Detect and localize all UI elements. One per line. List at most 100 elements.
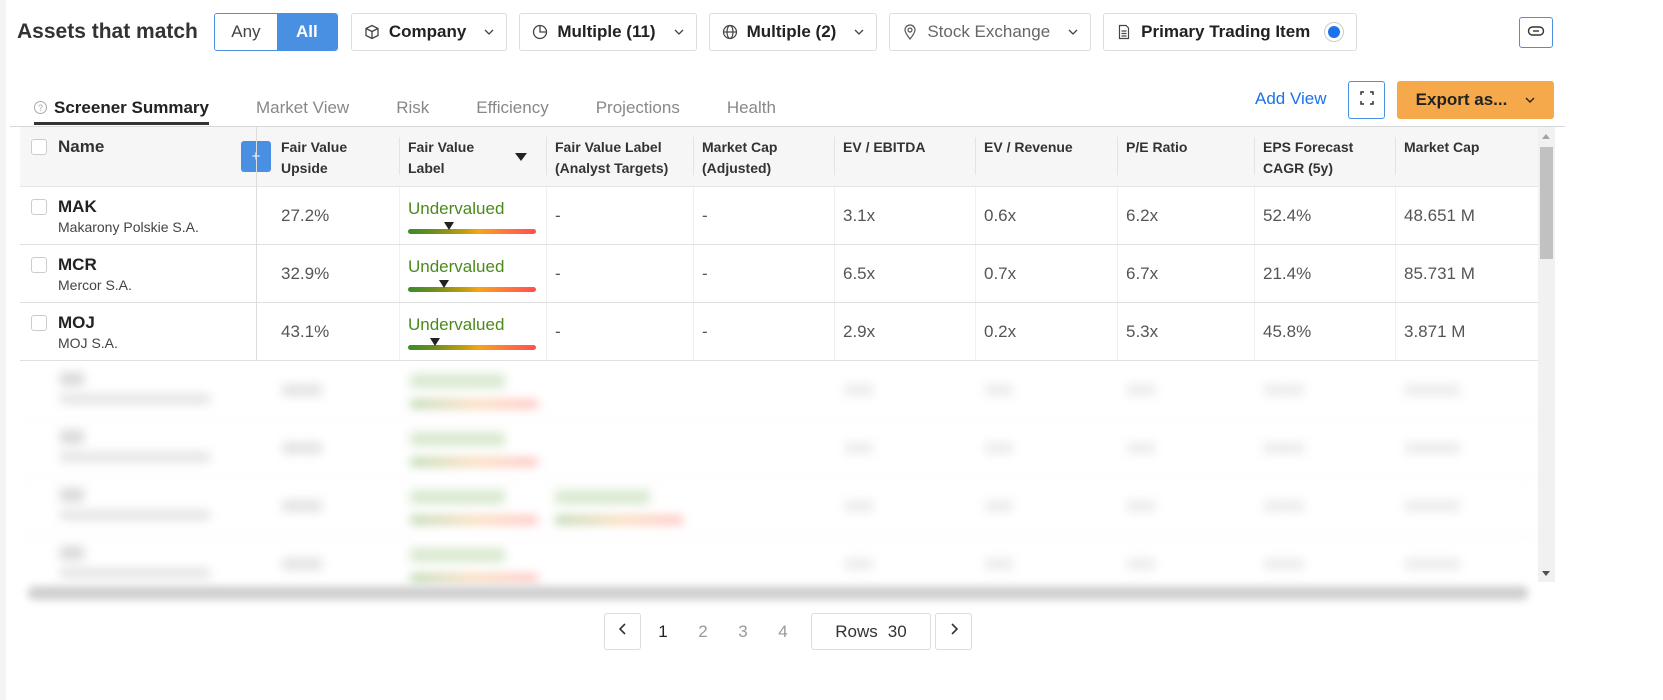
location-pin-icon	[902, 24, 918, 40]
cell-mcap: 85.731 M	[1395, 245, 1538, 302]
blurred-text	[845, 500, 873, 512]
page-1[interactable]: 1	[643, 622, 683, 642]
add-view-link[interactable]: Add View	[1255, 89, 1327, 109]
vertical-scrollbar[interactable]	[1538, 127, 1555, 582]
tab-screener-summary[interactable]: ? Screener Summary	[34, 94, 209, 126]
cell-mcap: 3.871 M	[1395, 303, 1538, 360]
scrollbar-thumb[interactable]	[1540, 147, 1553, 259]
column-header-fair-value-label-analyst[interactable]: Fair Value Label (Analyst Targets)	[546, 127, 693, 187]
gauge-bar	[408, 287, 536, 292]
cell-mcap-adj: -	[693, 303, 834, 360]
column-header-market-cap-adjusted[interactable]: Market Cap (Adjusted)	[693, 127, 834, 187]
blurred-text	[1405, 384, 1460, 396]
locked-row	[20, 362, 1538, 420]
cube-icon	[364, 24, 380, 40]
blurred-text	[60, 452, 210, 462]
ticker-symbol[interactable]: MAK	[58, 197, 97, 217]
row-checkbox[interactable]	[31, 257, 47, 273]
match-any-button[interactable]: Any	[214, 14, 277, 50]
fullscreen-button[interactable]	[1348, 81, 1385, 119]
export-button[interactable]: Export as...	[1397, 81, 1554, 119]
cell-ev-revenue: 0.7x	[975, 245, 1117, 302]
horizontal-scrollbar[interactable]	[28, 586, 1528, 600]
tab-market-view[interactable]: Market View	[256, 94, 349, 126]
blurred-gauge	[555, 516, 683, 524]
blurred-label	[410, 548, 505, 562]
tab-projections[interactable]: Projections	[596, 94, 680, 126]
column-header-market-cap[interactable]: Market Cap	[1395, 127, 1538, 187]
tab-risk[interactable]: Risk	[396, 94, 429, 126]
rows-per-page-select[interactable]: Rows 30	[811, 613, 931, 650]
cell-ev-ebitda: 2.9x	[834, 303, 975, 360]
blurred-label	[410, 490, 505, 504]
fair-value-label: Undervalued	[408, 315, 505, 334]
page-title: Assets that match	[17, 20, 198, 43]
pie-chart-icon	[532, 24, 548, 40]
column-header-fair-value-upside[interactable]: Fair Value Upside	[272, 127, 398, 187]
prev-page-button[interactable]	[604, 613, 641, 650]
table-row[interactable]: MAK Makarony Polskie S.A. 27.2% - -3.1x 0.6x 6…	[20, 187, 1538, 245]
blurred-text	[282, 500, 322, 512]
scroll-up-arrow-icon[interactable]	[1542, 134, 1550, 139]
column-header-name[interactable]: Name	[20, 127, 240, 187]
ticker-symbol[interactable]: MOJ	[58, 313, 95, 333]
cell-eps-cagr: 45.8%	[1254, 303, 1395, 360]
blurred-label	[555, 490, 650, 504]
page-2[interactable]: 2	[683, 622, 723, 642]
ticker-symbol[interactable]: MCR	[58, 255, 97, 275]
filter-bar: Assets that match Any All Company Multip…	[17, 13, 1369, 51]
locked-row	[20, 478, 1538, 536]
filter-sector[interactable]: Multiple (11)	[519, 13, 697, 51]
blurred-text	[1264, 384, 1304, 396]
page-3[interactable]: 3	[723, 622, 763, 642]
chevron-down-icon	[674, 27, 684, 37]
fair-value-gauge: Undervalued	[408, 303, 548, 360]
column-header-ev-revenue[interactable]: EV / Revenue	[975, 127, 1117, 187]
row-checkbox[interactable]	[31, 315, 47, 331]
filter-primary-trading-item-label: Primary Trading Item	[1141, 22, 1311, 41]
tab-efficiency[interactable]: Efficiency	[476, 94, 548, 126]
row-checkbox[interactable]	[31, 199, 47, 215]
column-header-ev-ebitda[interactable]: EV / EBITDA	[834, 127, 975, 187]
cell-ev-ebitda: 3.1x	[834, 187, 975, 244]
blurred-text	[1264, 558, 1304, 570]
next-page-button[interactable]	[935, 613, 972, 650]
scroll-down-arrow-icon[interactable]	[1542, 571, 1550, 576]
header-line: Upside	[281, 160, 328, 176]
filter-region-label: Multiple (2)	[746, 22, 837, 41]
blurred-text	[1405, 500, 1460, 512]
blurred-text	[60, 394, 210, 404]
match-all-button[interactable]: All	[276, 14, 337, 50]
filter-stock-exchange[interactable]: Stock Exchange	[889, 13, 1092, 51]
cell-ev-revenue: 0.2x	[975, 303, 1117, 360]
table-row[interactable]: MCR Mercor S.A. 32.9% - -6.5x 0.7x 6.7x 21.4% 85…	[20, 245, 1538, 303]
filter-company[interactable]: Company	[350, 13, 508, 51]
copy-link-button[interactable]	[1519, 17, 1553, 48]
header-line: P/E Ratio	[1126, 139, 1188, 155]
blurred-text	[1405, 558, 1460, 570]
column-header-eps-cagr[interactable]: EPS Forecast CAGR (5y)	[1254, 127, 1395, 187]
filter-region[interactable]: Multiple (2)	[708, 13, 878, 51]
column-header-pe-ratio[interactable]: P/E Ratio	[1117, 127, 1254, 187]
tab-health[interactable]: Health	[727, 94, 776, 126]
cell-fv-upside: 43.1%	[281, 321, 330, 341]
blurred-text	[985, 442, 1013, 454]
blurred-text	[60, 546, 84, 560]
cell-pe: 6.2x	[1117, 187, 1254, 244]
help-icon[interactable]: ?	[34, 101, 47, 114]
sort-desc-icon[interactable]	[515, 153, 527, 161]
export-label: Export as...	[1415, 90, 1508, 109]
chevron-down-icon	[854, 27, 864, 37]
view-tabs: ? Screener Summary Market View Risk Effi…	[34, 94, 823, 126]
filter-primary-trading-item[interactable]: Primary Trading Item	[1103, 13, 1358, 51]
cell-fv-upside: 32.9%	[281, 263, 330, 283]
primary-trading-item-radio[interactable]	[1324, 22, 1345, 42]
cell-pe: 5.3x	[1117, 303, 1254, 360]
blurred-text	[985, 558, 1013, 570]
page-4[interactable]: 4	[763, 622, 803, 642]
cell-pe: 6.7x	[1117, 245, 1254, 302]
blurred-text	[60, 510, 210, 520]
gauge-bar	[408, 345, 536, 350]
table-row[interactable]: MOJ MOJ S.A. 43.1% - -2.9x 0.2x 5.3x 45.8% 3.871…	[20, 303, 1538, 361]
chevron-down-icon	[1068, 27, 1078, 37]
